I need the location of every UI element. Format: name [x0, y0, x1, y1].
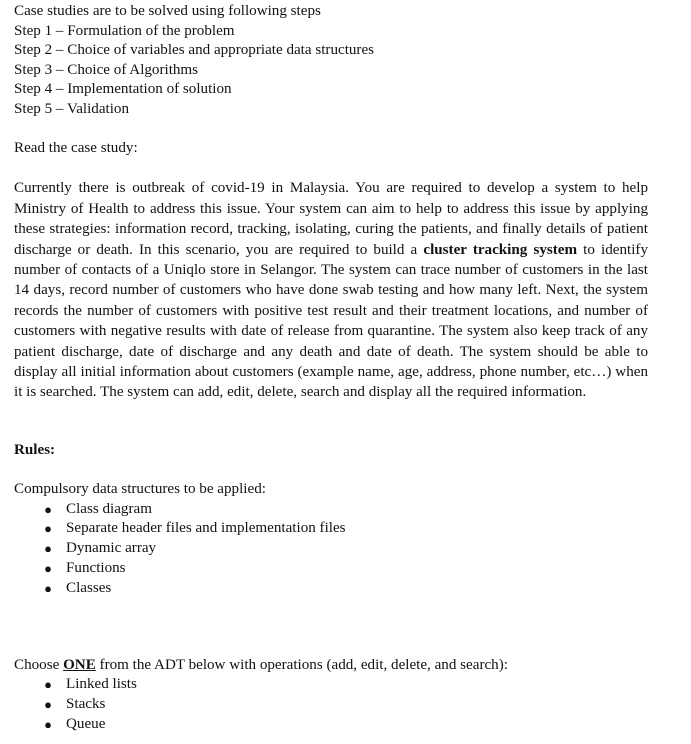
step-item-2: Step 2 – Choice of variables and appropr…: [14, 42, 375, 59]
intro-heading: Case studies are to be solved using foll…: [14, 3, 321, 19]
spacer-before-adt: [14, 599, 648, 637]
adt-choice-before: Choose: [14, 656, 64, 673]
list-item: ● Functions: [14, 559, 648, 579]
step-item-4: Step 4 – Implementation of solution: [14, 81, 232, 98]
bullet-icon: ●: [44, 560, 52, 576]
document-page: Case studies are to be solved using foll…: [0, 0, 691, 744]
list-item-label: Functions: [66, 559, 126, 576]
list-item: ● Separate header files and implementatio…: [14, 519, 648, 539]
adt-choice-emphasis: ONE: [63, 656, 96, 673]
list-item: ● Class diagram: [14, 500, 648, 520]
list-item-label: Linked lists: [66, 676, 137, 693]
read-case-study-prompt: Read the case study:: [14, 140, 138, 157]
step-item-1: Step 1 – Formulation of the problem: [14, 22, 235, 39]
list-item: ● Dynamic array: [14, 539, 648, 559]
bullet-icon: ●: [44, 677, 52, 693]
case-study-paragraph: Currently there is outbreak of covid-19 …: [14, 178, 648, 402]
step-item-5: Step 5 – Validation: [14, 100, 130, 117]
list-item: ● Classes: [14, 579, 648, 599]
spacer-after-rules-heading: [14, 460, 648, 480]
list-item-label: Queue: [66, 715, 106, 732]
case-study-bold-term: cluster tracking system: [423, 241, 578, 258]
adt-choice-line: Choose ONE from the ADT below with opera…: [14, 656, 648, 676]
compulsory-lead-text: Compulsory data structures to be applied…: [14, 481, 266, 497]
bullet-icon: ●: [44, 580, 52, 596]
spacer-before-adt-extra: [14, 637, 648, 656]
list-item: ● Queue: [14, 715, 648, 735]
rules-heading: Rules:: [14, 441, 56, 458]
document-body: Case studies are to be solved using foll…: [14, 2, 648, 735]
list-item: ● Linked lists: [14, 675, 648, 695]
list-item-label: Stacks: [66, 695, 106, 712]
list-item-label: Dynamic array: [66, 540, 157, 557]
spacer-after-prompt: [14, 159, 648, 179]
bullet-icon: ●: [44, 501, 52, 517]
bullet-icon: ●: [44, 696, 52, 712]
list-item-label: Class diagram: [66, 500, 152, 517]
bullet-icon: ●: [44, 716, 52, 732]
step-item-3: Step 3 – Choice of Algorithms: [14, 61, 199, 78]
adt-items-list: ● Linked lists ● Stacks ● Queue: [14, 675, 648, 734]
adt-choice-after: from the ADT below with operations (add,…: [95, 656, 508, 673]
compulsory-items-list: ● Class diagram ● Separate header files an…: [14, 500, 648, 599]
case-study-text-part2: to identify number of contacts of a Uniq…: [14, 241, 648, 401]
bullet-icon: ●: [44, 521, 52, 537]
list-item: ● Stacks: [14, 695, 648, 715]
list-item-label: Separate header files and implementation…: [66, 520, 346, 537]
steps-list: Step 1 – Formulation of the problem Step…: [14, 22, 648, 120]
list-item-label: Classes: [66, 579, 112, 596]
spacer-before-rules: [14, 403, 648, 441]
bullet-icon: ●: [44, 541, 52, 557]
spacer-after-steps: [14, 120, 648, 140]
